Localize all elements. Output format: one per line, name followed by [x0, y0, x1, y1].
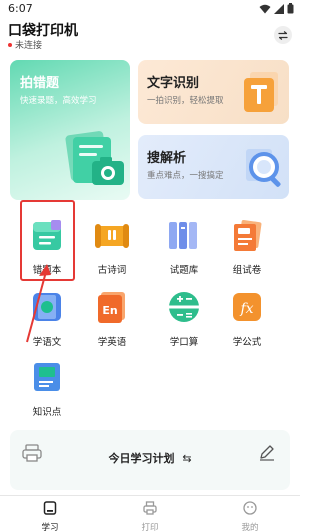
tool-mental-math[interactable]: 学口算	[157, 290, 211, 348]
nav-label: 打印	[141, 523, 159, 531]
tool-label: 组试卷	[232, 265, 262, 276]
nav-label: 我的	[241, 523, 259, 531]
switch-device-button[interactable]	[274, 26, 292, 44]
svg-text:En: En	[102, 304, 117, 317]
signal-icon	[274, 3, 284, 14]
svg-text:fx: fx	[239, 301, 253, 317]
calculator-icon	[168, 292, 200, 322]
text-recognition-icon	[244, 72, 278, 112]
battery-icon	[287, 3, 294, 14]
study-book-icon	[43, 501, 57, 515]
tool-formula[interactable]: fx 学公式	[220, 290, 274, 348]
print-icon	[143, 501, 157, 515]
card-wrong-questions-subtitle: 快速录题，高效学习	[20, 96, 97, 106]
edit-icon[interactable]	[258, 443, 276, 461]
tool-label: 学公式	[232, 337, 262, 348]
nav-profile[interactable]: 我的	[200, 496, 300, 531]
study-plan-label: 今日学习计划	[108, 452, 175, 465]
nav-print[interactable]: 打印	[100, 496, 200, 531]
status-icons	[259, 3, 294, 14]
nav-label: 学习	[41, 523, 59, 531]
camera-document-icon	[65, 131, 124, 185]
card-wrong-questions-title: 拍错题	[20, 76, 60, 91]
study-plan-card[interactable]: 今日学习计划 ⇆	[10, 430, 290, 490]
card-search-title: 搜解析	[147, 151, 187, 166]
card-search-subtitle: 重点难点，一搜搞定	[147, 171, 224, 181]
magnifier-icon	[246, 149, 281, 187]
tool-english[interactable]: En 学英语	[85, 290, 139, 348]
tool-label: 学英语	[97, 337, 127, 348]
wifi-icon	[259, 4, 271, 13]
tool-label: 古诗词	[97, 265, 127, 276]
nav-study[interactable]: 学习	[0, 496, 100, 531]
english-icon: En	[98, 292, 125, 323]
tool-label: 知识点	[32, 407, 62, 418]
page-title: 口袋打印机	[8, 23, 78, 39]
swap-icon	[278, 30, 288, 40]
tool-label: 学口算	[169, 337, 199, 348]
swap-plan-icon[interactable]: ⇆	[182, 452, 191, 465]
card-search[interactable]: 搜解析 重点难点，一搜搞定	[138, 135, 289, 199]
formula-icon: fx	[233, 293, 261, 321]
card-ocr-title: 文字识别	[147, 76, 200, 91]
arrow-annotation-icon	[26, 264, 51, 343]
card-ocr[interactable]: 文字识别 一拍识别，轻松提取	[138, 60, 289, 124]
bottom-nav: 学习 打印 我的	[0, 495, 300, 531]
study-plan-title: 今日学习计划 ⇆	[10, 450, 290, 466]
smile-face-icon	[243, 501, 257, 515]
knowledge-icon	[34, 363, 60, 391]
status-time: 6:07	[8, 2, 33, 15]
tool-poetry[interactable]: 古诗词	[85, 218, 139, 276]
connection-label: 未连接	[15, 41, 43, 51]
connection-status[interactable]: 未连接	[8, 38, 42, 51]
card-wrong-questions[interactable]: 拍错题 快速录题，高效学习	[10, 60, 130, 200]
scroll-icon	[95, 224, 129, 248]
card-ocr-subtitle: 一拍识别，轻松提取	[147, 96, 224, 106]
exam-paper-icon	[234, 219, 262, 251]
books-icon	[169, 222, 197, 249]
tool-compose-exam[interactable]: 组试卷	[220, 218, 274, 276]
tool-knowledge[interactable]: 知识点	[20, 360, 74, 418]
tool-question-bank[interactable]: 试题库	[157, 218, 211, 276]
tool-label: 试题库	[169, 265, 199, 276]
status-dot-icon	[8, 42, 12, 47]
